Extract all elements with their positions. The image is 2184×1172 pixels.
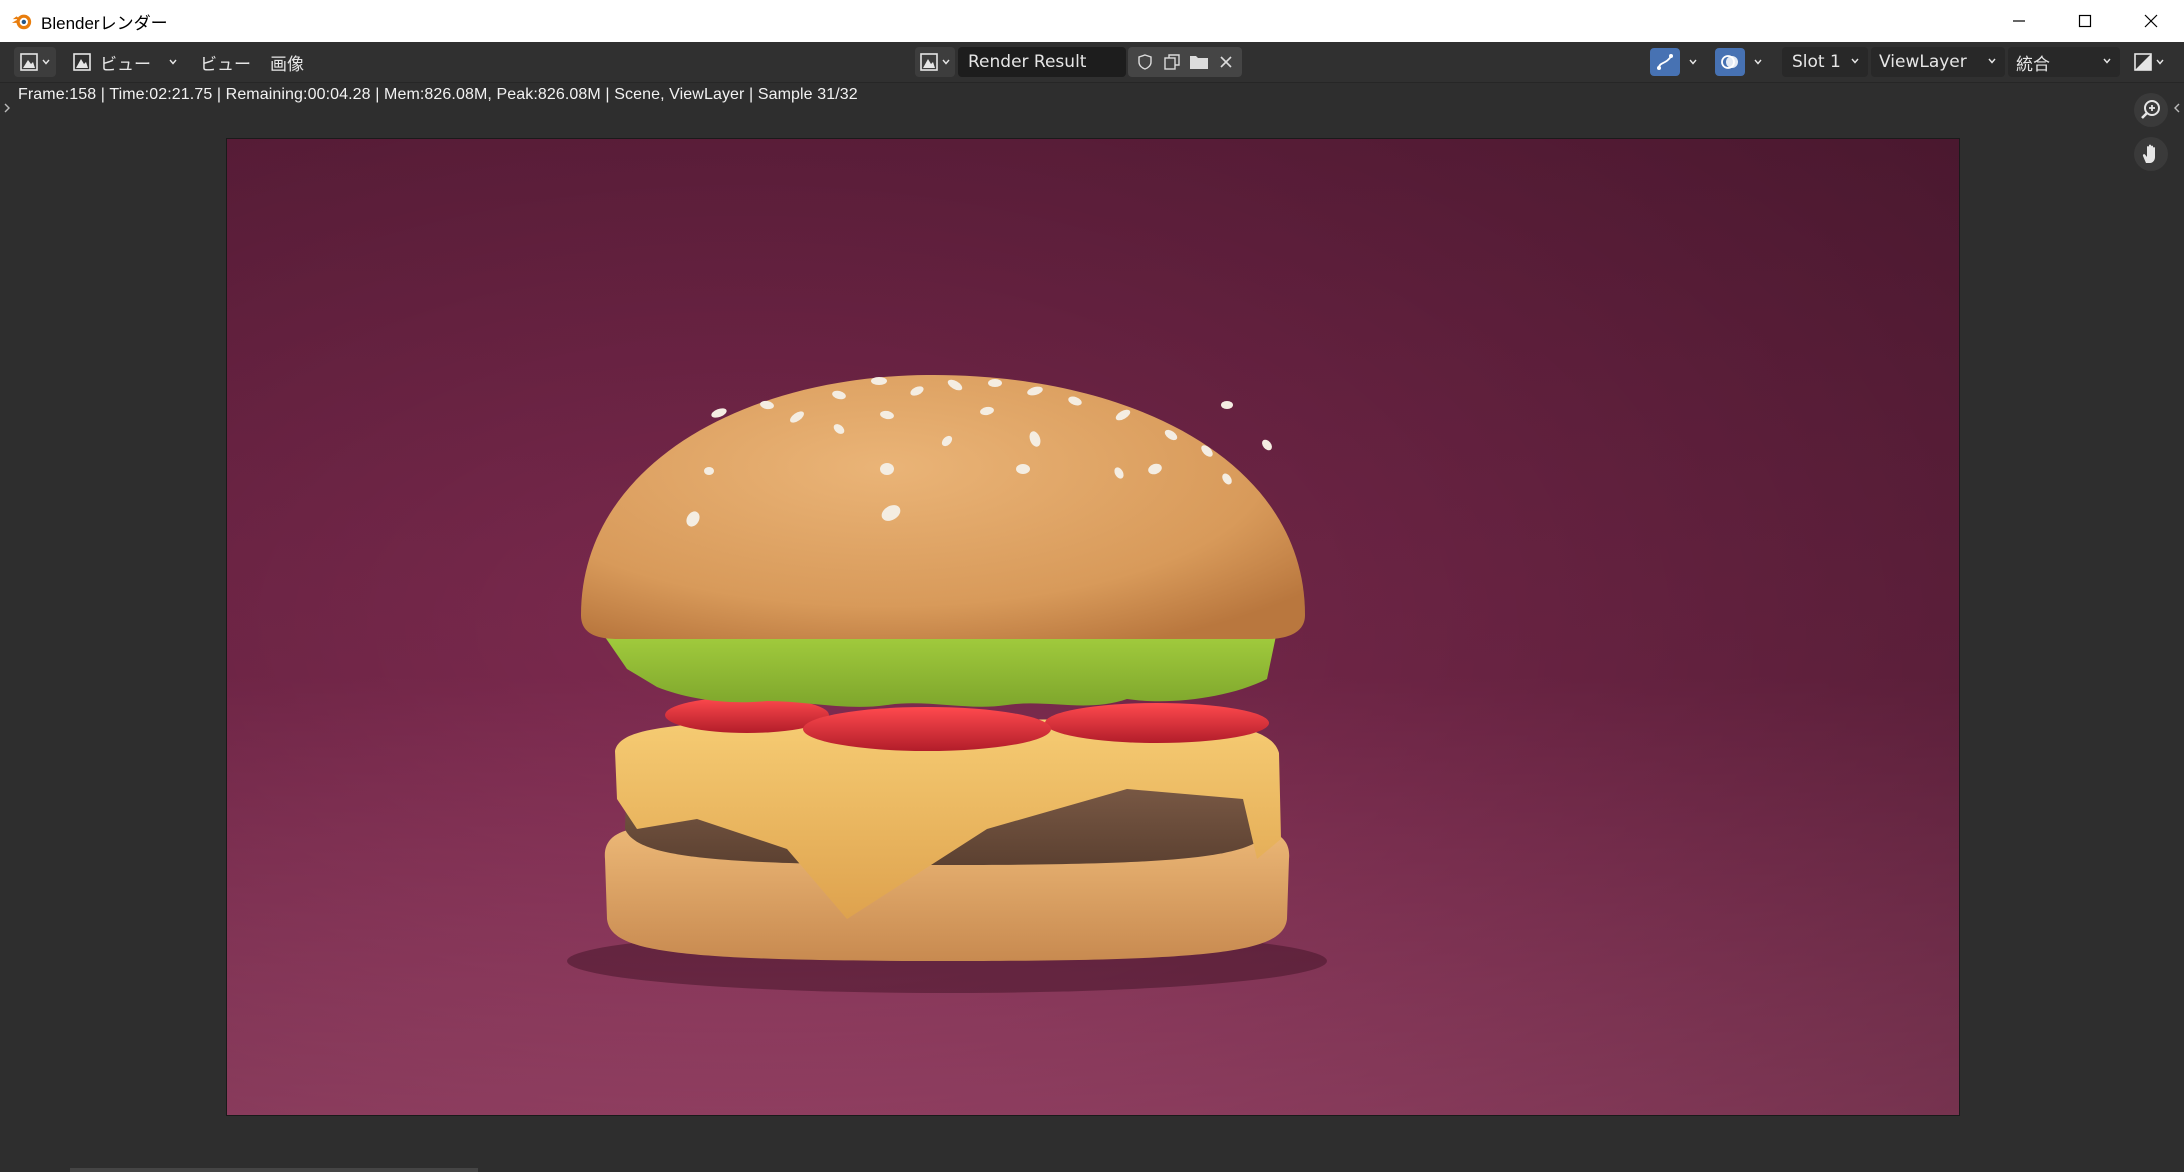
view-mode-label: ビュー bbox=[100, 54, 151, 75]
close-icon[interactable] bbox=[1218, 54, 1234, 70]
folder-icon[interactable] bbox=[1189, 53, 1209, 71]
zoom-button[interactable] bbox=[2134, 93, 2168, 127]
image-editor-header: ビュー ビュー 画像 Render Result Slot 1 ViewLaye… bbox=[0, 42, 2184, 83]
chevron-down-icon bbox=[1988, 58, 1996, 64]
blender-logo-icon bbox=[11, 14, 32, 30]
close-button[interactable] bbox=[2118, 0, 2184, 42]
minimize-button[interactable] bbox=[1986, 0, 2052, 42]
slot-label: Slot 1 bbox=[1792, 52, 1841, 72]
toolbar-expand-arrow-icon[interactable] bbox=[2, 102, 12, 114]
chevron-down-icon bbox=[1689, 59, 1697, 65]
browse-image-button[interactable] bbox=[915, 47, 955, 77]
menu-image[interactable]: 画像 bbox=[270, 47, 304, 77]
close-icon bbox=[2144, 14, 2158, 28]
image-icon bbox=[920, 53, 938, 71]
burger-render bbox=[227, 139, 1959, 1115]
display-channels-icon bbox=[2134, 53, 2152, 71]
maximize-button[interactable] bbox=[2052, 0, 2118, 42]
chevron-down-icon bbox=[2103, 58, 2111, 64]
chevron-down-icon bbox=[2156, 59, 2164, 65]
overlays-dropdown[interactable] bbox=[1748, 47, 1768, 77]
title-bar: Blenderレンダー bbox=[0, 0, 2184, 43]
chevron-down-icon bbox=[1754, 59, 1762, 65]
image-editor-icon bbox=[20, 53, 38, 71]
overlays-button[interactable] bbox=[1715, 48, 1745, 76]
render-pass-label: 統合 bbox=[2016, 54, 2050, 75]
render-pass-dropdown[interactable]: 統合 bbox=[2008, 47, 2120, 77]
zoom-icon bbox=[2141, 100, 2160, 119]
scrollbar-horizontal[interactable] bbox=[70, 1168, 478, 1172]
image-icon bbox=[73, 53, 91, 71]
chevron-down-icon bbox=[942, 59, 950, 65]
sample-curve-icon bbox=[1657, 54, 1673, 70]
view-mode-dropdown[interactable]: ビュー bbox=[66, 47, 184, 77]
sample-tool-button[interactable] bbox=[1650, 48, 1680, 76]
view-layer-dropdown[interactable]: ViewLayer bbox=[1871, 47, 2005, 77]
render-result-image bbox=[226, 138, 1960, 1116]
image-tools-group bbox=[1128, 47, 1242, 77]
sample-options-dropdown[interactable] bbox=[1683, 47, 1703, 77]
editor-type-button[interactable] bbox=[14, 47, 56, 77]
display-channels-dropdown[interactable] bbox=[2128, 47, 2170, 77]
sidebar-expand-arrow-icon[interactable] bbox=[2172, 102, 2182, 114]
overlays-icon bbox=[1721, 55, 1738, 69]
fake-user-shield-icon[interactable] bbox=[1136, 53, 1154, 71]
minimize-icon bbox=[2013, 20, 2025, 22]
view-layer-label: ViewLayer bbox=[1879, 52, 1967, 72]
hand-icon bbox=[2142, 144, 2155, 163]
window-title: Blenderレンダー bbox=[41, 13, 168, 33]
chevron-down-icon bbox=[42, 59, 50, 65]
chevron-down-icon bbox=[1851, 58, 1859, 64]
pan-button[interactable] bbox=[2134, 137, 2168, 171]
maximize-icon bbox=[2078, 14, 2092, 28]
duplicate-icon[interactable] bbox=[1163, 53, 1181, 71]
menu-view[interactable]: ビュー bbox=[200, 47, 251, 77]
image-name-field[interactable]: Render Result bbox=[958, 47, 1126, 77]
slot-dropdown[interactable]: Slot 1 bbox=[1782, 47, 1868, 77]
chevron-down-icon bbox=[169, 59, 177, 65]
render-status-text: Frame:158 | Time:02:21.75 | Remaining:00… bbox=[18, 86, 858, 103]
